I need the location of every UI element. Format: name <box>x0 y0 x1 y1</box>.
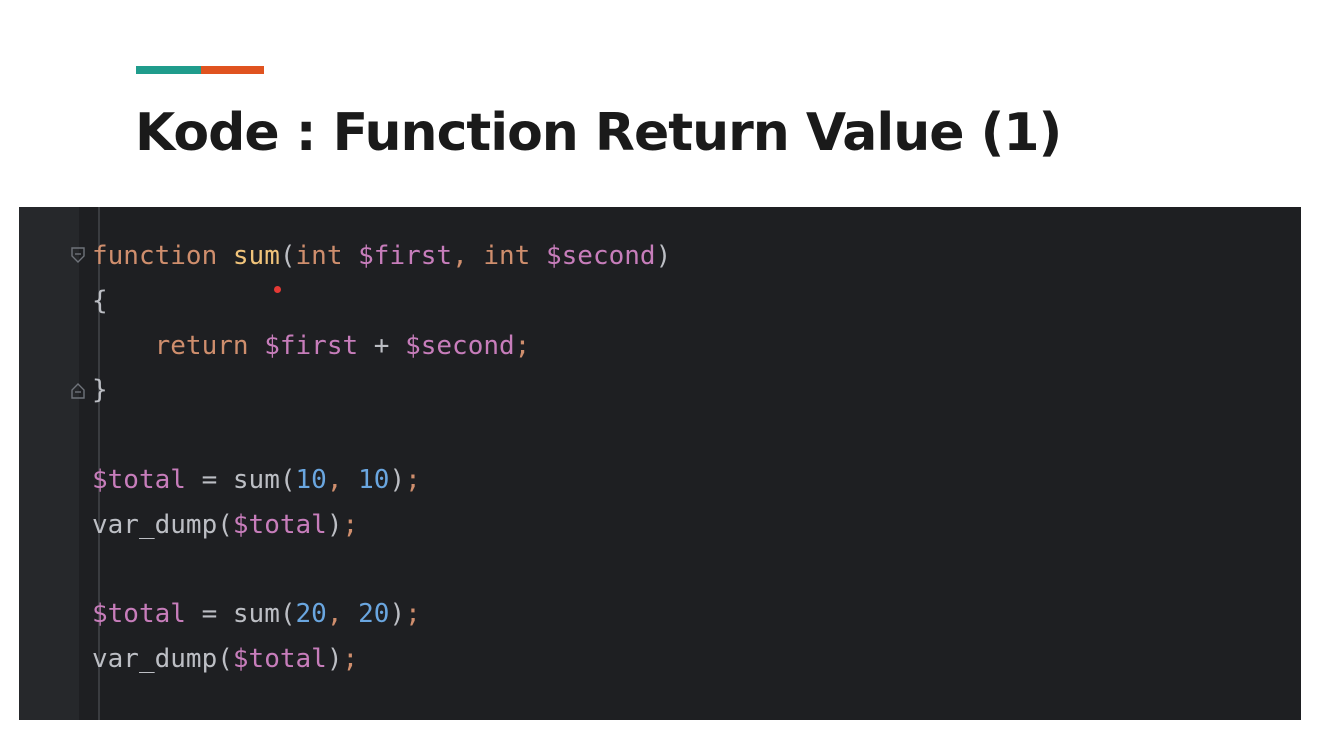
code-token: ; <box>405 465 421 495</box>
editor-gutter <box>19 207 79 720</box>
code-token: $first <box>358 241 453 271</box>
code-token: , <box>326 599 359 630</box>
code-token: $second <box>546 241 656 271</box>
code-token: ; <box>342 509 359 540</box>
code-token: , <box>326 465 359 495</box>
code-token: sum <box>232 241 280 271</box>
slide-title: Kode : Function Return Value (1) <box>135 103 1062 163</box>
code-token: sum <box>232 465 280 495</box>
code-token: ) <box>655 241 672 271</box>
code-token: ( <box>279 465 296 495</box>
code-token: ; <box>514 330 531 361</box>
code-line: $total = sum(10, 10); <box>92 463 421 497</box>
code-token: ) <box>326 509 343 540</box>
code-token: ( <box>217 644 233 675</box>
code-line: var_dump($total); <box>92 642 358 676</box>
code-token: int <box>295 241 343 271</box>
code-token: ) <box>326 644 343 675</box>
code-token: $total <box>232 644 327 675</box>
code-token: = <box>185 599 233 630</box>
code-token: ; <box>405 599 421 630</box>
code-token: sum <box>232 599 280 630</box>
code-token: 10 <box>295 465 327 495</box>
code-token: ( <box>217 509 233 540</box>
code-token: $second <box>405 330 515 361</box>
code-token: $total <box>92 465 186 495</box>
code-token: ; <box>342 644 359 675</box>
code-line: $total = sum(20, 20); <box>92 597 421 631</box>
code-token: 20 <box>358 599 390 630</box>
code-token: function <box>92 241 218 271</box>
code-token: { <box>92 285 108 316</box>
fold-close-icon[interactable] <box>71 381 85 400</box>
accent-orange-segment <box>201 66 264 74</box>
code-line: function sum(int $first, int $second) <box>92 239 671 273</box>
code-token: var_dump <box>92 644 218 675</box>
code-token: , <box>452 241 484 271</box>
code-line: } <box>92 373 108 407</box>
code-token: 20 <box>295 599 327 630</box>
code-token: int <box>483 241 531 271</box>
code-line: var_dump($total); <box>92 508 358 542</box>
code-token: ) <box>389 465 406 495</box>
slide: Kode : Function Return Value (1) functio… <box>0 0 1336 737</box>
code-token: ( <box>279 599 296 630</box>
code-line: return $first + $second; <box>92 329 531 363</box>
code-token: $total <box>232 509 327 540</box>
code-token: = <box>185 465 233 495</box>
code-token: var_dump <box>92 509 218 540</box>
code-token: } <box>92 375 108 406</box>
title-accent-bar <box>136 66 264 74</box>
accent-teal-segment <box>136 66 201 74</box>
cursor-dot <box>274 286 281 293</box>
fold-open-icon[interactable] <box>71 247 85 265</box>
code-token: + <box>358 330 406 361</box>
code-line: { <box>92 284 108 318</box>
code-token: $first <box>264 330 359 361</box>
code-editor[interactable]: function sum(int $first, int $second){ r… <box>19 207 1301 720</box>
code-token: $total <box>92 599 186 630</box>
code-token: return <box>154 330 249 361</box>
code-token: ( <box>279 241 296 271</box>
code-token: 10 <box>358 465 390 495</box>
code-token: ) <box>389 599 406 630</box>
